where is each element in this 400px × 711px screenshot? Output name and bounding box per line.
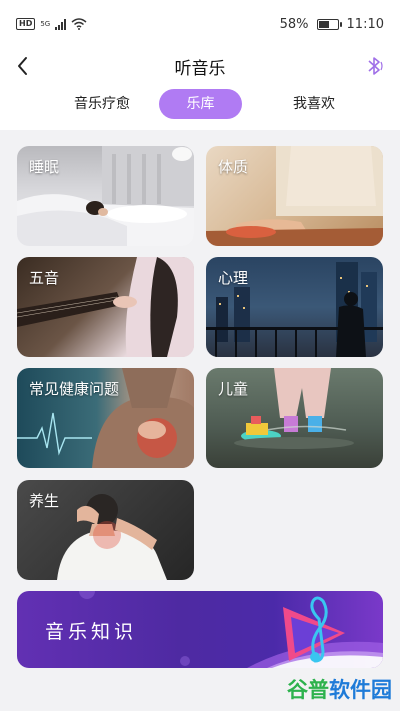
page-title: 听音乐	[174, 59, 226, 79]
tab-music-library[interactable]: 乐库	[159, 89, 242, 119]
status-right: 58% 11:10	[280, 17, 384, 32]
watermark-part2: 软件园	[329, 678, 392, 702]
category-label: 心理	[218, 269, 249, 287]
category-card-constitution[interactable]: 体质	[206, 146, 383, 246]
category-label: 体质	[218, 158, 249, 176]
signal-icon	[55, 18, 67, 30]
category-card-common-health[interactable]: 常见健康问题	[17, 368, 194, 468]
category-label: 养生	[29, 492, 60, 510]
wifi-icon	[71, 18, 87, 30]
tab-bar: 音乐疗愈 乐库 我喜欢	[0, 84, 400, 130]
status-left: HD 5G	[16, 18, 87, 30]
battery-icon	[316, 18, 342, 30]
bluetooth-button[interactable]	[362, 53, 386, 79]
category-label: 儿童	[218, 380, 249, 398]
battery-percent: 58%	[279, 16, 309, 32]
category-card-wellness[interactable]: 养生	[17, 480, 194, 580]
category-label: 睡眠	[29, 158, 60, 176]
category-label: 五音	[29, 269, 60, 287]
category-label: 常见健康问题	[29, 380, 120, 398]
category-card-five-tones[interactable]: 五音	[17, 257, 194, 357]
category-card-psychology[interactable]: 心理	[206, 257, 383, 357]
category-card-children[interactable]: 儿童	[206, 368, 383, 468]
tab-my-favorites[interactable]: 我喜欢	[270, 89, 358, 119]
tab-music-therapy[interactable]: 音乐疗愈	[52, 89, 152, 119]
network-type: 5G	[40, 20, 51, 28]
music-knowledge-banner[interactable]: 音乐知识	[17, 591, 383, 668]
watermark-part1: 谷普	[287, 678, 329, 702]
music-note-play-icon	[283, 596, 345, 663]
bluetooth-icon	[368, 57, 383, 75]
hd-indicator: HD	[16, 18, 36, 30]
category-card-sleep[interactable]: 睡眠	[17, 146, 194, 246]
watermark: 谷普 软件园	[287, 672, 392, 706]
banner-title: 音乐知识	[45, 621, 138, 643]
clock: 11:10	[346, 16, 384, 32]
app-header: 听音乐	[0, 48, 400, 84]
status-bar: HD 5G 58% 11:10	[0, 0, 400, 48]
